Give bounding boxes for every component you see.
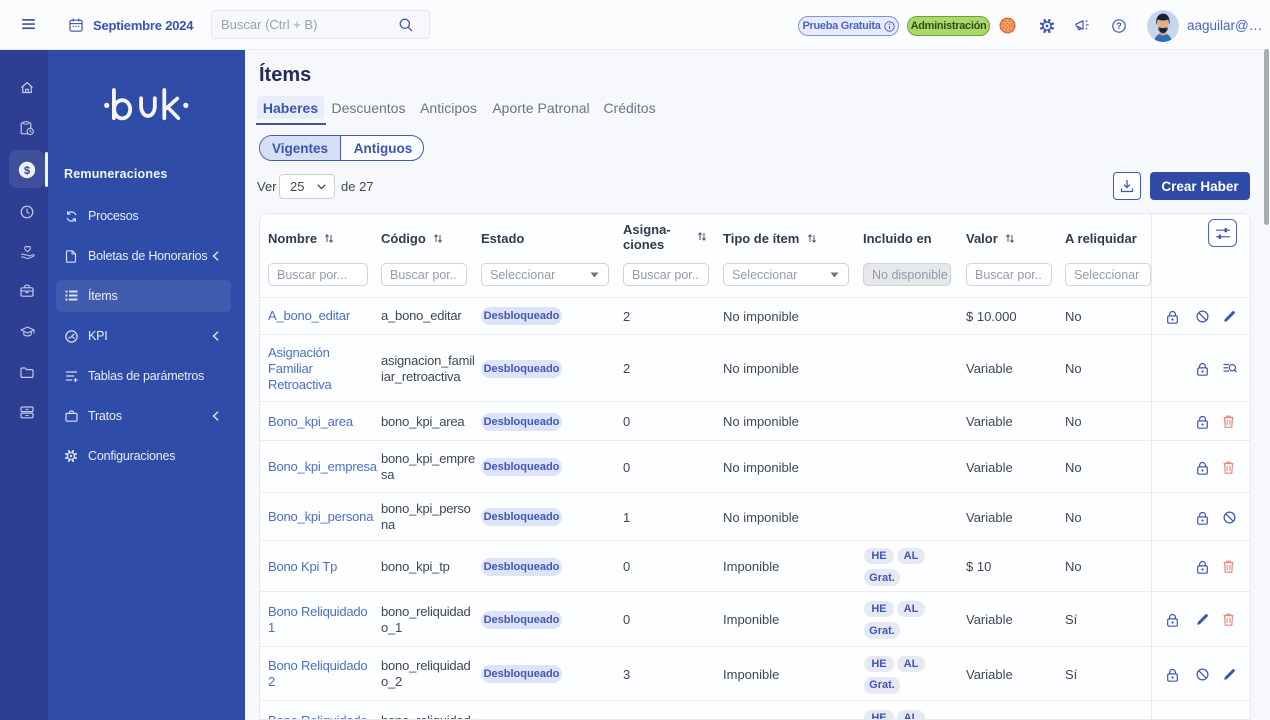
svg-text:?: ?	[1116, 21, 1122, 31]
svg-text:$: $	[24, 165, 30, 177]
